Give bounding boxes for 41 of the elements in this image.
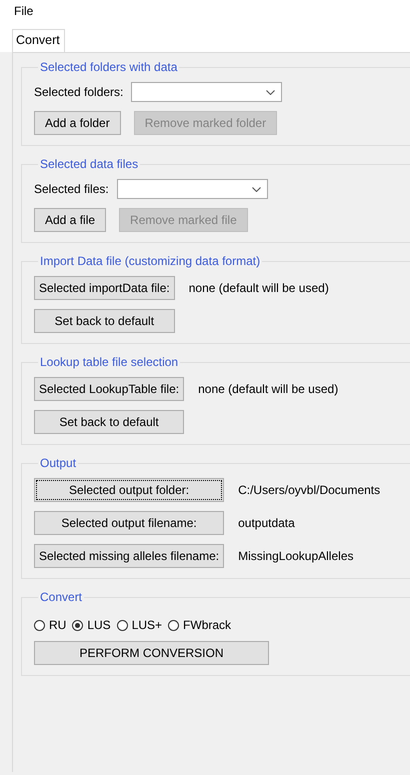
radio-button[interactable] bbox=[72, 620, 84, 630]
button[interactable]: Add a file bbox=[34, 208, 106, 232]
chevron-down-icon bbox=[266, 90, 276, 94]
radio-button[interactable] bbox=[116, 620, 128, 630]
button[interactable]: Selected output folder: bbox=[34, 478, 224, 502]
group-title: Lookup table file selection bbox=[39, 355, 180, 369]
radio-label: RU bbox=[49, 618, 66, 632]
radio-label: FWbrack bbox=[183, 618, 232, 632]
value-text: outputdata bbox=[238, 516, 296, 530]
radio-option[interactable]: LUS+ bbox=[116, 618, 162, 632]
button[interactable]: Selected importData file: bbox=[34, 276, 175, 300]
radio-label: LUS bbox=[87, 618, 111, 632]
menu-item[interactable]: File bbox=[14, 4, 34, 18]
group-title: Output bbox=[39, 456, 78, 470]
group-title: Import Data file (customizing data format) bbox=[39, 254, 262, 268]
value-text: MissingLookupAlleles bbox=[238, 549, 354, 563]
value-text: C:/Users/oyvbl/Documents bbox=[238, 483, 382, 497]
radio-option[interactable]: RU bbox=[34, 618, 66, 632]
chevron-down-icon bbox=[252, 186, 261, 192]
value-text: none (default will be used) bbox=[188, 281, 330, 295]
radio-button[interactable] bbox=[34, 620, 45, 630]
button[interactable]: Set back to default bbox=[34, 410, 184, 434]
group-title: Selected folders with data bbox=[39, 60, 178, 74]
radio-option[interactable]: LUS bbox=[72, 618, 111, 632]
field-label: Selected folders: bbox=[34, 85, 124, 99]
button[interactable]: Add a folder bbox=[34, 111, 121, 135]
button[interactable]: Set back to default bbox=[34, 309, 175, 333]
tab[interactable]: Convert bbox=[12, 29, 65, 52]
dropdown-field[interactable] bbox=[131, 82, 282, 102]
button[interactable]: Selected output filename: bbox=[34, 511, 224, 535]
radio-button[interactable] bbox=[168, 620, 180, 630]
button[interactable]: Selected missing alleles filename: bbox=[34, 544, 224, 568]
button[interactable]: PERFORM CONVERSION bbox=[34, 641, 269, 665]
group-title: Convert bbox=[39, 590, 84, 604]
radio-option[interactable]: FWbrack bbox=[168, 618, 232, 632]
dropdown-field[interactable] bbox=[116, 179, 268, 199]
value-text: none (default will be used) bbox=[198, 382, 340, 396]
field-label: Selected files: bbox=[34, 182, 109, 196]
group-title: Selected data files bbox=[39, 157, 140, 171]
button[interactable]: Selected LookupTable file: bbox=[34, 377, 184, 401]
radio-label: LUS+ bbox=[132, 618, 162, 632]
